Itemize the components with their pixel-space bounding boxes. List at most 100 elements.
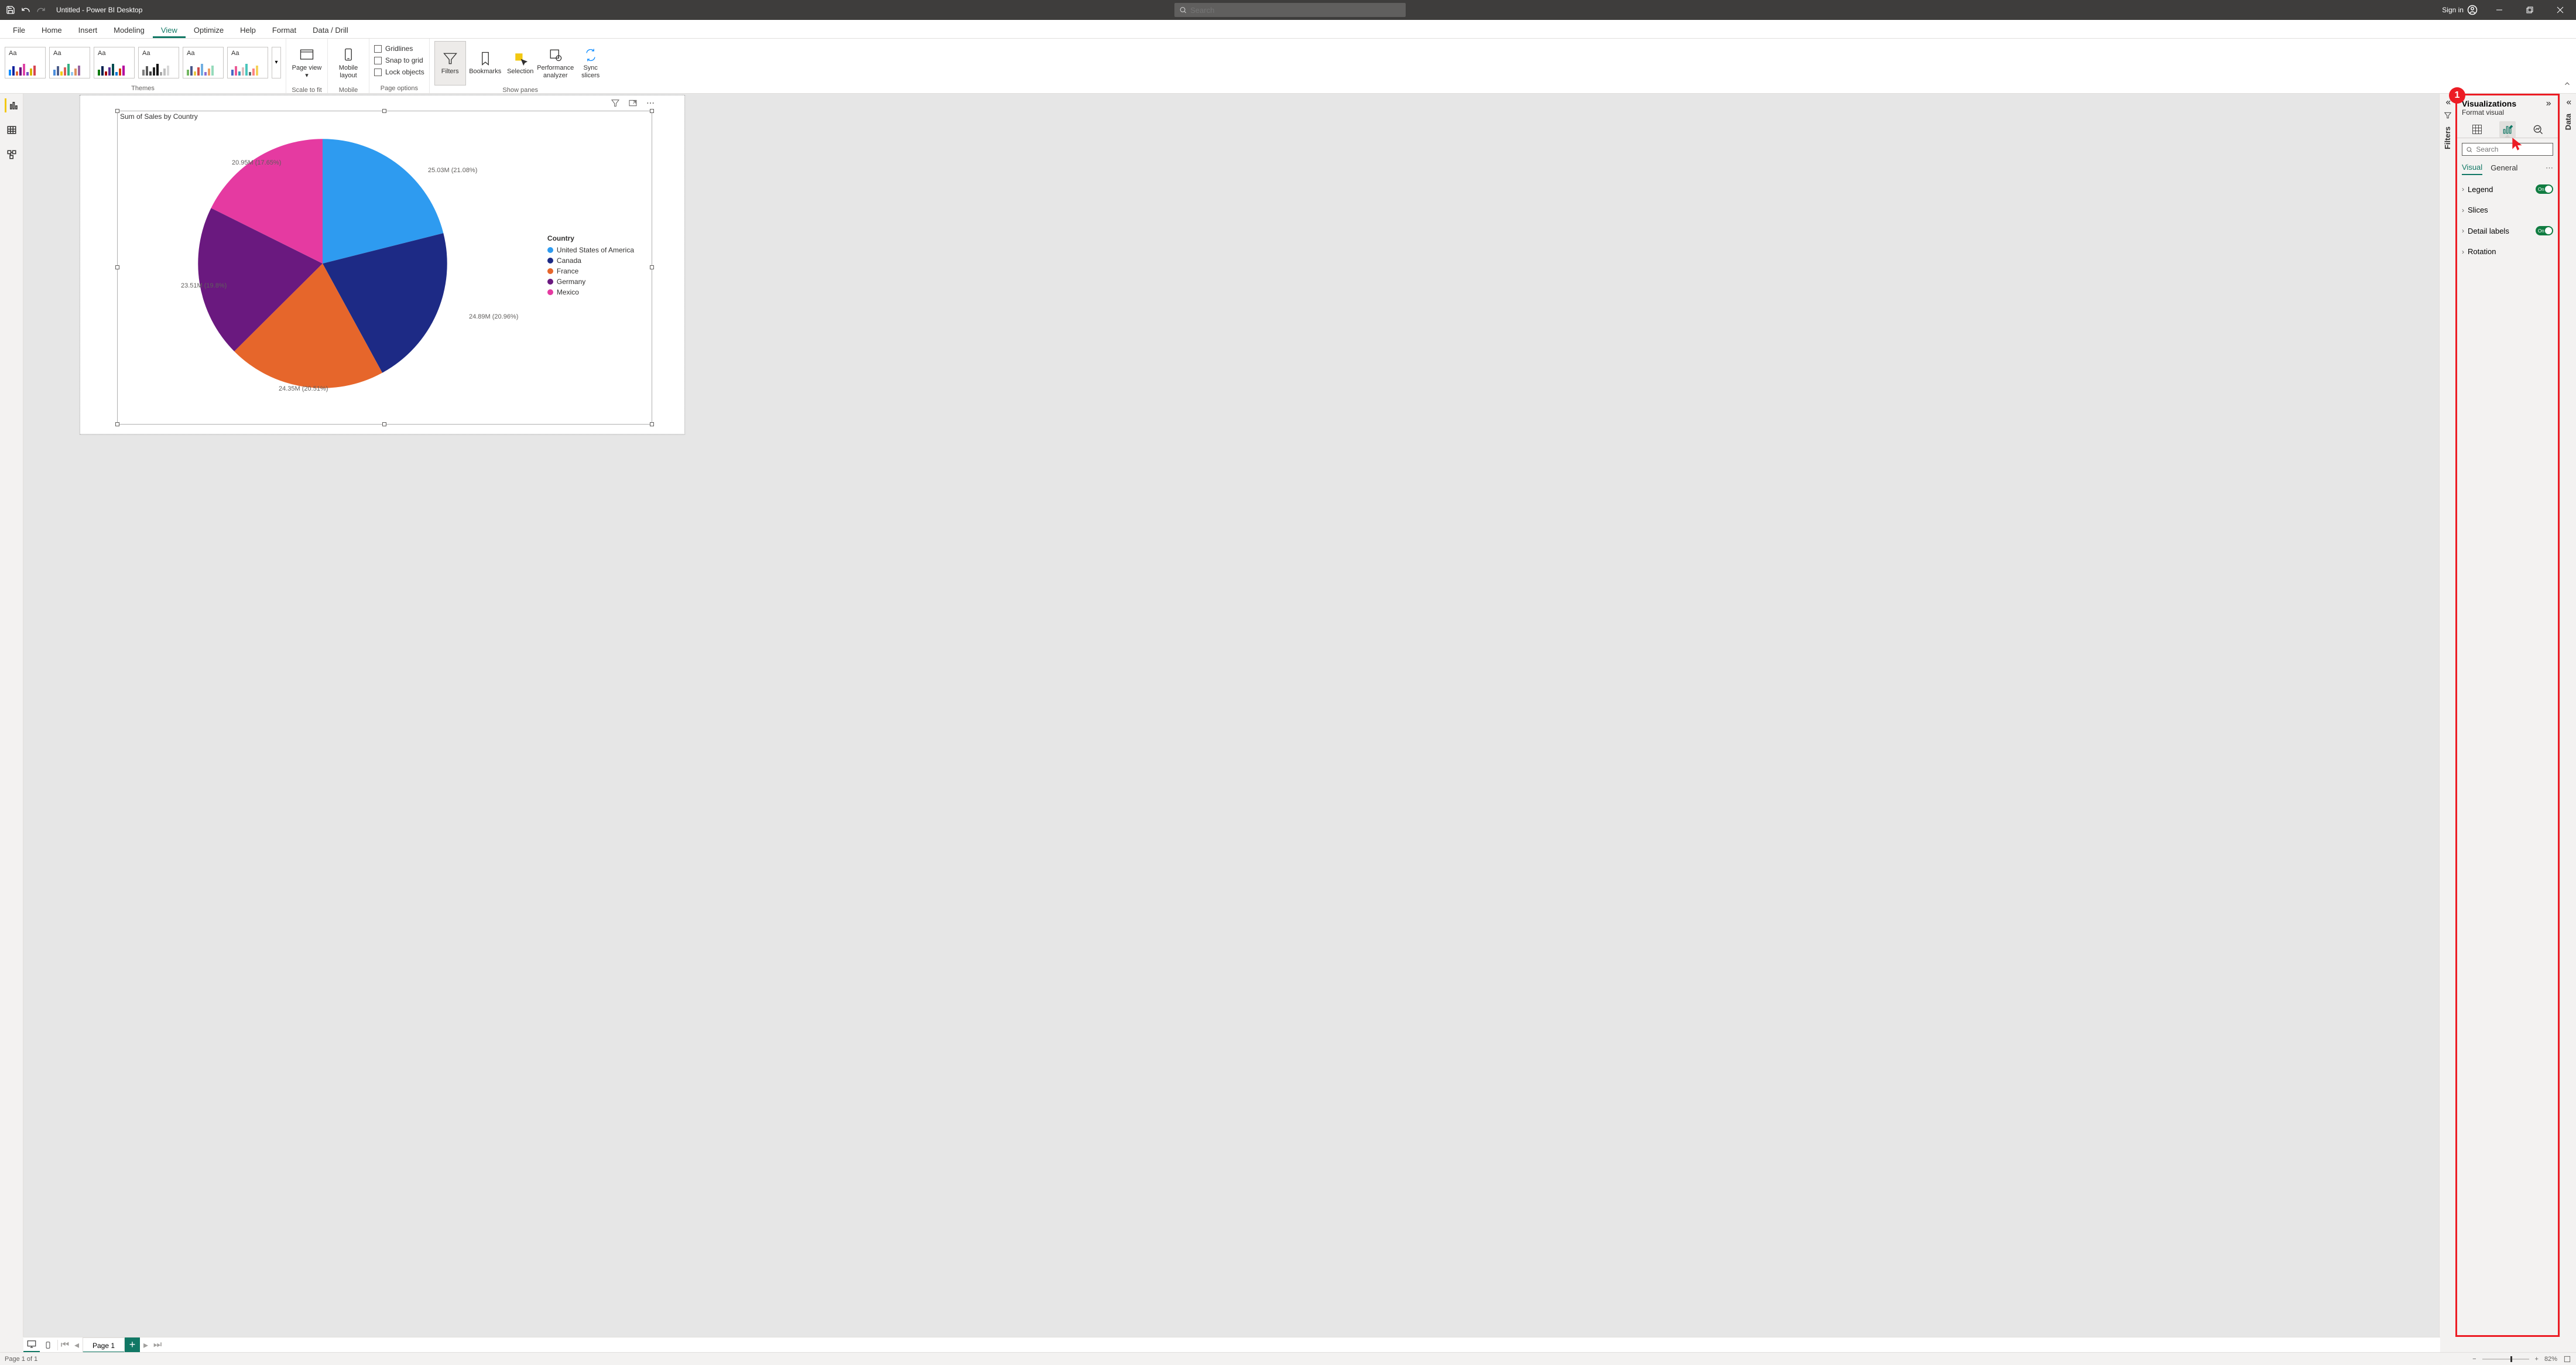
data-pane-collapsed[interactable]: Data bbox=[2560, 94, 2576, 1337]
build-visual-icon[interactable] bbox=[2469, 121, 2485, 138]
legend-toggle[interactable]: On bbox=[2536, 184, 2553, 194]
filters-pane-button[interactable]: Filters bbox=[434, 41, 466, 85]
ribbon-tab-insert[interactable]: Insert bbox=[70, 22, 106, 38]
ribbon-group-themes: AaAaAaAaAaAa▾ Themes bbox=[0, 39, 286, 93]
visualizations-pane: 1 Visualizations Format visual Visua bbox=[2455, 94, 2560, 1337]
legend-item[interactable]: Canada bbox=[547, 255, 634, 266]
more-options-icon[interactable] bbox=[646, 98, 655, 108]
report-canvas-wrap[interactable]: Sum of Sales by Country Country United S… bbox=[23, 94, 2439, 1337]
report-page[interactable]: Sum of Sales by Country Country United S… bbox=[80, 95, 685, 435]
ribbon: AaAaAaAaAaAa▾ Themes Page view ▾ Scale t… bbox=[0, 39, 2576, 94]
next-page-icon[interactable]: ▸ bbox=[140, 1339, 152, 1351]
analytics-icon[interactable] bbox=[2530, 121, 2546, 138]
zoom-out-icon[interactable]: − bbox=[2472, 1356, 2476, 1363]
minimize-button[interactable] bbox=[2486, 0, 2513, 20]
ribbon-tab-modeling[interactable]: Modeling bbox=[105, 22, 153, 38]
zoom-slider[interactable] bbox=[2482, 1359, 2529, 1360]
mobile-layout-button[interactable]: Mobile layout bbox=[333, 41, 364, 85]
lock-objects-checkbox[interactable]: Lock objects bbox=[374, 67, 424, 77]
gridlines-checkbox[interactable]: Gridlines bbox=[374, 43, 413, 54]
ribbon-tab-data-drill[interactable]: Data / Drill bbox=[304, 22, 357, 38]
performance-analyzer-button[interactable]: Performance analyzer bbox=[540, 41, 571, 85]
ribbon-tab-format[interactable]: Format bbox=[264, 22, 304, 38]
first-page-icon[interactable]: ⏮ bbox=[59, 1340, 71, 1350]
general-tab[interactable]: General bbox=[2491, 161, 2517, 175]
desktop-layout-icon[interactable] bbox=[23, 1337, 40, 1353]
bookmarks-pane-button[interactable]: Bookmarks bbox=[470, 41, 501, 85]
filters-pane-collapsed[interactable]: Filters bbox=[2439, 94, 2455, 1337]
add-page-button[interactable]: + bbox=[125, 1337, 140, 1353]
detail-labels-toggle[interactable]: On bbox=[2536, 226, 2553, 235]
main-area: Sum of Sales by Country Country United S… bbox=[0, 94, 2576, 1337]
model-view-icon[interactable] bbox=[5, 148, 19, 162]
format-search[interactable] bbox=[2462, 143, 2553, 156]
rotation-option[interactable]: ›Rotation bbox=[2462, 241, 2553, 262]
ribbon-group-scale: Page view ▾ Scale to fit bbox=[286, 39, 328, 93]
search-icon bbox=[2466, 146, 2472, 153]
more-format-icon[interactable]: ⋯ bbox=[2546, 163, 2553, 173]
ribbon-tab-view[interactable]: View bbox=[153, 22, 186, 38]
fit-to-page-icon[interactable] bbox=[2563, 1355, 2571, 1363]
legend-option[interactable]: ›Legend On bbox=[2462, 179, 2553, 200]
visual-filter-icon[interactable] bbox=[611, 98, 620, 108]
pie-chart bbox=[159, 123, 487, 404]
theme-thumb-4[interactable]: Aa bbox=[183, 47, 224, 78]
slice-label: 23.51M (19.8%) bbox=[181, 282, 227, 289]
ribbon-tab-file[interactable]: File bbox=[5, 22, 33, 38]
focus-mode-icon[interactable] bbox=[628, 98, 638, 108]
report-view-icon[interactable] bbox=[5, 98, 19, 112]
collapse-ribbon-icon[interactable] bbox=[2563, 80, 2571, 91]
global-search[interactable] bbox=[1174, 3, 1406, 17]
ribbon-group-page-options: Gridlines Snap to grid Lock objects Page… bbox=[369, 39, 430, 93]
theme-thumb-0[interactable]: Aa bbox=[5, 47, 46, 78]
prev-page-icon[interactable]: ◂ bbox=[71, 1339, 83, 1351]
ribbon-tab-home[interactable]: Home bbox=[33, 22, 70, 38]
snap-to-grid-checkbox[interactable]: Snap to grid bbox=[374, 55, 423, 66]
global-search-input[interactable] bbox=[1190, 6, 1401, 15]
visual-tab[interactable]: Visual bbox=[2462, 160, 2482, 175]
pie-chart-visual[interactable]: Sum of Sales by Country Country United S… bbox=[117, 111, 652, 425]
legend-item[interactable]: Germany bbox=[547, 276, 634, 287]
theme-thumb-3[interactable]: Aa bbox=[138, 47, 179, 78]
page-tab[interactable]: Page 1 bbox=[83, 1337, 125, 1353]
chart-legend: Country United States of AmericaCanadaFr… bbox=[547, 234, 634, 297]
slice-label: 25.03M (21.08%) bbox=[428, 167, 477, 174]
window-title: Untitled - Power BI Desktop bbox=[52, 6, 142, 14]
expand-data-icon[interactable] bbox=[2564, 98, 2572, 107]
zoom-in-icon[interactable]: + bbox=[2535, 1356, 2539, 1363]
legend-item[interactable]: United States of America bbox=[547, 245, 634, 255]
last-page-icon[interactable]: ⏭ bbox=[152, 1340, 163, 1350]
legend-item[interactable]: Mexico bbox=[547, 287, 634, 297]
sign-in-button[interactable]: Sign in bbox=[2437, 0, 2482, 20]
sync-slicers-button[interactable]: Sync slicers bbox=[575, 41, 607, 85]
ribbon-tab-help[interactable]: Help bbox=[232, 22, 264, 38]
data-view-icon[interactable] bbox=[5, 123, 19, 137]
undo-icon[interactable] bbox=[21, 5, 30, 15]
save-icon[interactable] bbox=[6, 5, 15, 15]
theme-thumb-2[interactable]: Aa bbox=[94, 47, 135, 78]
format-visual-icon[interactable] bbox=[2499, 121, 2516, 138]
page-view-button[interactable]: Page view ▾ bbox=[291, 41, 323, 85]
selection-pane-button[interactable]: Selection bbox=[505, 41, 536, 85]
user-icon bbox=[2467, 5, 2478, 15]
cursor-arrow-annotation bbox=[2510, 136, 2525, 152]
redo-icon[interactable] bbox=[36, 5, 46, 15]
legend-item[interactable]: France bbox=[547, 266, 634, 276]
close-button[interactable] bbox=[2547, 0, 2574, 20]
slices-option[interactable]: ›Slices bbox=[2462, 200, 2553, 220]
theme-thumb-5[interactable]: Aa bbox=[227, 47, 268, 78]
mobile-layout-icon[interactable] bbox=[40, 1337, 56, 1353]
theme-thumb-1[interactable]: Aa bbox=[49, 47, 90, 78]
search-icon bbox=[1179, 6, 1187, 14]
collapse-pane-icon[interactable] bbox=[2545, 100, 2553, 108]
ribbon-group-mobile: Mobile layout Mobile bbox=[328, 39, 369, 93]
ribbon-tab-optimize[interactable]: Optimize bbox=[186, 22, 232, 38]
slice-label: 24.35M (20.51%) bbox=[279, 385, 328, 392]
themes-more-button[interactable]: ▾ bbox=[272, 47, 281, 78]
callout-badge: 1 bbox=[2449, 87, 2465, 104]
slice-label: 24.89M (20.96%) bbox=[469, 313, 518, 320]
format-visual-label: Format visual bbox=[2457, 108, 2558, 119]
titlebar: Untitled - Power BI Desktop Sign in bbox=[0, 0, 2576, 20]
maximize-button[interactable] bbox=[2516, 0, 2543, 20]
detail-labels-option[interactable]: ›Detail labels On bbox=[2462, 220, 2553, 241]
